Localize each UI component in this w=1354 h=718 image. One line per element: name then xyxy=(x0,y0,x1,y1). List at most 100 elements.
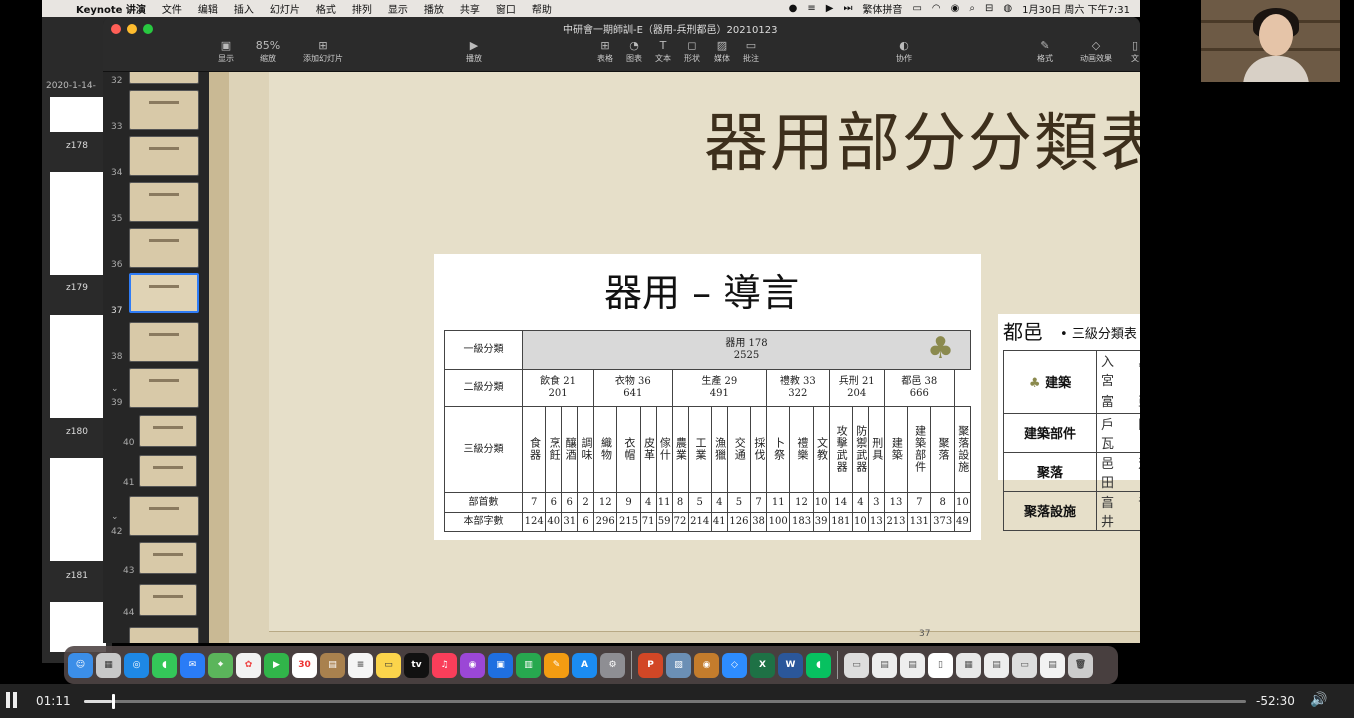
podcasts-icon[interactable]: ◉ xyxy=(460,652,485,678)
search-icon[interactable]: ⌕ xyxy=(969,3,975,14)
close-button[interactable] xyxy=(111,24,121,34)
menu-play[interactable]: 播放 xyxy=(416,1,452,16)
slide-thumbnail[interactable] xyxy=(129,90,199,130)
messages-icon[interactable]: ◖ xyxy=(152,652,177,678)
minimized-window-icon[interactable]: ▭ xyxy=(1012,652,1037,678)
photos-icon[interactable]: ✿ xyxy=(236,652,261,678)
vlc-icon[interactable]: ◉ xyxy=(694,652,719,678)
keynote-icon[interactable]: ▣ xyxy=(488,652,513,678)
table-button[interactable]: ⊞ 表格 xyxy=(590,39,620,64)
document-button[interactable]: ▯ 文 xyxy=(1125,39,1140,64)
comment-button[interactable]: ▭ 批注 xyxy=(736,39,766,64)
numbers-icon[interactable]: ▥ xyxy=(516,652,541,678)
calendar-icon[interactable]: 30 xyxy=(292,652,317,678)
excel-icon[interactable]: X xyxy=(750,652,775,678)
music-icon[interactable]: ♫ xyxy=(432,652,457,678)
finder-icon[interactable]: ☺ xyxy=(68,652,93,678)
list-icon[interactable]: ≡ xyxy=(807,3,815,14)
slide-thumbnail[interactable] xyxy=(129,136,199,176)
menu-arrange[interactable]: 排列 xyxy=(344,1,380,16)
slide-thumbnail[interactable] xyxy=(129,368,199,408)
menu-format[interactable]: 格式 xyxy=(308,1,344,16)
launchpad-icon[interactable]: ▦ xyxy=(96,652,121,678)
siri-icon[interactable]: ◍ xyxy=(1003,3,1012,14)
wechat-icon[interactable]: ◖ xyxy=(806,652,831,678)
minimize-button[interactable] xyxy=(127,24,137,34)
slide-thumbnail[interactable] xyxy=(129,228,199,268)
menu-slide[interactable]: 幻灯片 xyxy=(262,1,308,16)
shape-button[interactable]: ◻ 形状 xyxy=(677,39,707,64)
minimized-window-icon[interactable]: ▭ xyxy=(844,652,869,678)
reminders-icon[interactable]: ≡ xyxy=(348,652,373,678)
menu-insert[interactable]: 插入 xyxy=(226,1,262,16)
battery-icon[interactable]: ▭ xyxy=(912,3,921,14)
media-button[interactable]: ▨ 媒体 xyxy=(707,39,737,64)
word-icon[interactable]: W xyxy=(778,652,803,678)
pause-button[interactable] xyxy=(6,692,20,708)
progress-bar[interactable] xyxy=(84,694,1246,709)
control-center-icon[interactable]: ⊟ xyxy=(985,3,993,14)
input-method[interactable]: 繁体拼音 xyxy=(862,1,902,16)
slide-thumbnail[interactable] xyxy=(129,496,199,536)
slide-thumbnail[interactable] xyxy=(129,182,199,222)
app-store-icon[interactable]: A xyxy=(572,652,597,678)
wechat-icon[interactable]: ● xyxy=(789,3,798,14)
facetime-icon[interactable]: ▶ xyxy=(264,652,289,678)
slide-canvas[interactable]: 器用部分分類表 器用 – 導言 一級分類 器用 178 2525 ♣ 二級分類 飲食 21… xyxy=(209,72,1140,643)
powerpoint-icon[interactable]: P xyxy=(638,652,663,678)
file-thumbnail[interactable] xyxy=(50,315,106,418)
system-preferences-icon[interactable]: ⚙ xyxy=(600,652,625,678)
file-thumbnail[interactable] xyxy=(50,602,106,652)
menu-app[interactable]: Keynote 讲演 xyxy=(62,1,154,16)
zoom-button[interactable] xyxy=(143,24,153,34)
text-button[interactable]: T 文本 xyxy=(648,39,678,64)
chart-button[interactable]: ◔ 图表 xyxy=(619,39,649,64)
pages-icon[interactable]: ✎ xyxy=(544,652,569,678)
slide-thumbnail-selected[interactable] xyxy=(129,273,199,313)
tv-icon[interactable]: tv xyxy=(404,652,429,678)
classification-table-image[interactable]: 器用 – 導言 一級分類 器用 178 2525 ♣ 二級分類 飲食 21 201 衣物 36… xyxy=(434,254,981,540)
trash-icon[interactable]: 🗑 xyxy=(1068,652,1093,678)
menu-file[interactable]: 文件 xyxy=(154,1,190,16)
contacts-icon[interactable]: ▤ xyxy=(320,652,345,678)
collaborate-button[interactable]: ◐ 协作 xyxy=(879,39,929,64)
duyi-table-image[interactable]: 都邑 • 三級分類表 ♣ 建築 入 亼 宀 穴 宮 富 亞 建築部件 戶 xyxy=(998,314,1140,531)
animate-button[interactable]: ◇ 动画效果 xyxy=(1073,39,1119,64)
slide-thumbnail[interactable] xyxy=(129,72,199,84)
chevron-down-icon[interactable]: ⌄ xyxy=(111,384,119,394)
menu-window[interactable]: 窗口 xyxy=(488,1,524,16)
safari-icon[interactable]: ◎ xyxy=(124,652,149,678)
add-slide-button[interactable]: ⊞ 添加幻灯片 xyxy=(287,39,359,64)
user-icon[interactable]: ◉ xyxy=(951,3,960,14)
slide-thumbnail[interactable] xyxy=(129,322,199,362)
menu-edit[interactable]: 编辑 xyxy=(190,1,226,16)
minimized-window-icon[interactable]: ▤ xyxy=(984,652,1009,678)
maps-icon[interactable]: ⌖ xyxy=(208,652,233,678)
preview-icon[interactable]: ▨ xyxy=(666,652,691,678)
play-button[interactable]: ▶ 播放 xyxy=(449,39,499,64)
mail-icon[interactable]: ✉ xyxy=(180,652,205,678)
skip-icon[interactable]: ⏭ xyxy=(843,3,852,14)
slide-thumbnail[interactable] xyxy=(129,627,199,643)
slide-thumbnail[interactable] xyxy=(139,415,197,447)
minimized-window-icon[interactable]: ▤ xyxy=(872,652,897,678)
minimized-window-icon[interactable]: ▤ xyxy=(900,652,925,678)
chevron-down-icon[interactable]: ⌄ xyxy=(111,512,119,522)
menu-view[interactable]: 显示 xyxy=(380,1,416,16)
minimized-window-icon[interactable]: ▤ xyxy=(1040,652,1065,678)
slide-thumbnail[interactable] xyxy=(139,584,197,616)
volume-icon[interactable]: 🔊 xyxy=(1310,692,1327,708)
format-button[interactable]: ✎ 格式 xyxy=(1030,39,1060,64)
file-thumbnail[interactable] xyxy=(50,97,106,132)
file-thumbnail[interactable] xyxy=(50,458,106,561)
menu-share[interactable]: 共享 xyxy=(452,1,488,16)
file-thumbnail[interactable] xyxy=(50,172,106,275)
notes-icon[interactable]: ▭ xyxy=(376,652,401,678)
slide-title[interactable]: 器用部分分類表 xyxy=(704,92,1140,184)
zoom-app-icon[interactable]: ◇ xyxy=(722,652,747,678)
slide-thumbnail[interactable] xyxy=(139,542,197,574)
progress-handle[interactable] xyxy=(111,694,115,709)
minimized-window-icon[interactable]: ▦ xyxy=(956,652,981,678)
wifi-icon[interactable]: ◠ xyxy=(932,3,941,14)
menu-help[interactable]: 帮助 xyxy=(524,1,560,16)
